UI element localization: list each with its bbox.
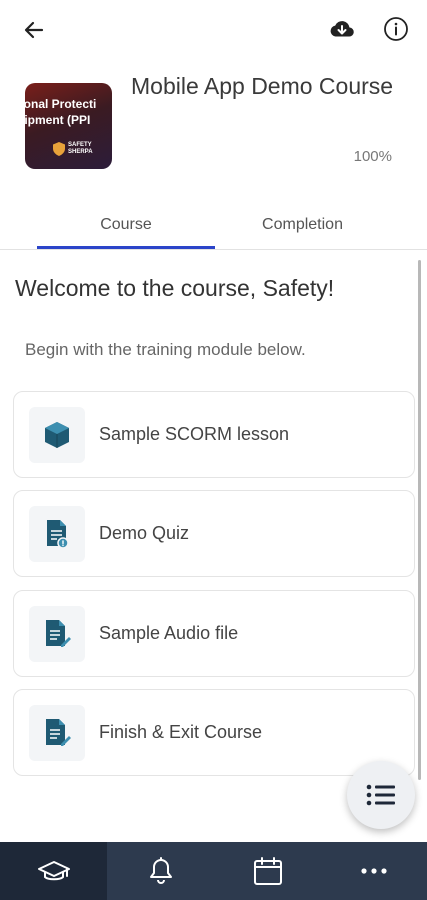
thumbnail-badge-line2: SHERPA (68, 149, 93, 155)
module-label: Sample SCORM lesson (99, 424, 290, 444)
bottom-navigation (0, 842, 427, 900)
info-button[interactable] (380, 13, 412, 45)
nav-more[interactable] (321, 842, 427, 900)
course-progress: 100% (353, 148, 392, 165)
module-item[interactable]: Demo Quiz (13, 490, 415, 577)
arrow-left-icon (24, 21, 44, 39)
module-item[interactable]: Finish & Exit Course (13, 689, 415, 776)
module-item[interactable]: Sample Audio file (13, 590, 415, 677)
thumbnail-text-line1: sonal Protecti (25, 97, 97, 111)
nav-calendar[interactable] (214, 842, 321, 900)
module-list-button[interactable] (347, 761, 415, 829)
module-item[interactable]: Sample SCORM lesson (13, 391, 415, 478)
thumbnail-badge-line1: SAFETY (68, 142, 92, 148)
thumbnail-logo: SAFETY SHERPA (53, 139, 103, 159)
more-icon (361, 868, 387, 874)
info-icon (384, 17, 408, 41)
document-edit-icon (46, 719, 71, 746)
module-icon-box (29, 705, 85, 761)
bell-icon (149, 857, 172, 884)
nav-notifications[interactable] (107, 842, 214, 900)
welcome-heading: Welcome to the course, Safety! (15, 275, 335, 301)
tab-course[interactable]: Course (37, 200, 215, 250)
thumbnail-text-line2: uipment (PPI (25, 113, 91, 127)
tab-bar: Course Completion (0, 200, 427, 250)
cloud-download-icon (330, 21, 354, 37)
course-content: Welcome to the course, Safety! Begin wit… (0, 250, 427, 842)
quiz-document-icon (47, 520, 69, 549)
graduation-cap-icon (37, 861, 70, 881)
nav-courses[interactable] (0, 842, 107, 900)
module-label: Demo Quiz (99, 523, 190, 543)
welcome-subtitle: Begin with the training module below. (25, 340, 306, 359)
module-icon-box (29, 606, 85, 662)
shield-icon (53, 142, 65, 156)
course-title: Mobile App Demo Course (131, 73, 394, 99)
module-icon-box (29, 506, 85, 562)
active-tab-indicator (37, 246, 215, 249)
module-label: Finish & Exit Course (99, 722, 263, 742)
document-edit-icon (46, 620, 71, 647)
course-thumbnail: sonal Protecti uipment (PPI SAFETY SHERP… (25, 83, 112, 169)
tab-completion[interactable]: Completion (215, 200, 390, 250)
list-icon (366, 784, 395, 806)
calendar-icon (253, 857, 282, 885)
module-icon-box (29, 407, 85, 463)
scrollbar[interactable] (418, 260, 421, 780)
course-header: sonal Protecti uipment (PPI SAFETY SHERP… (0, 70, 427, 180)
back-button[interactable] (18, 14, 50, 46)
cube-icon (45, 422, 69, 448)
top-bar (0, 0, 427, 60)
download-button[interactable] (326, 14, 358, 46)
module-label: Sample Audio file (99, 623, 239, 643)
